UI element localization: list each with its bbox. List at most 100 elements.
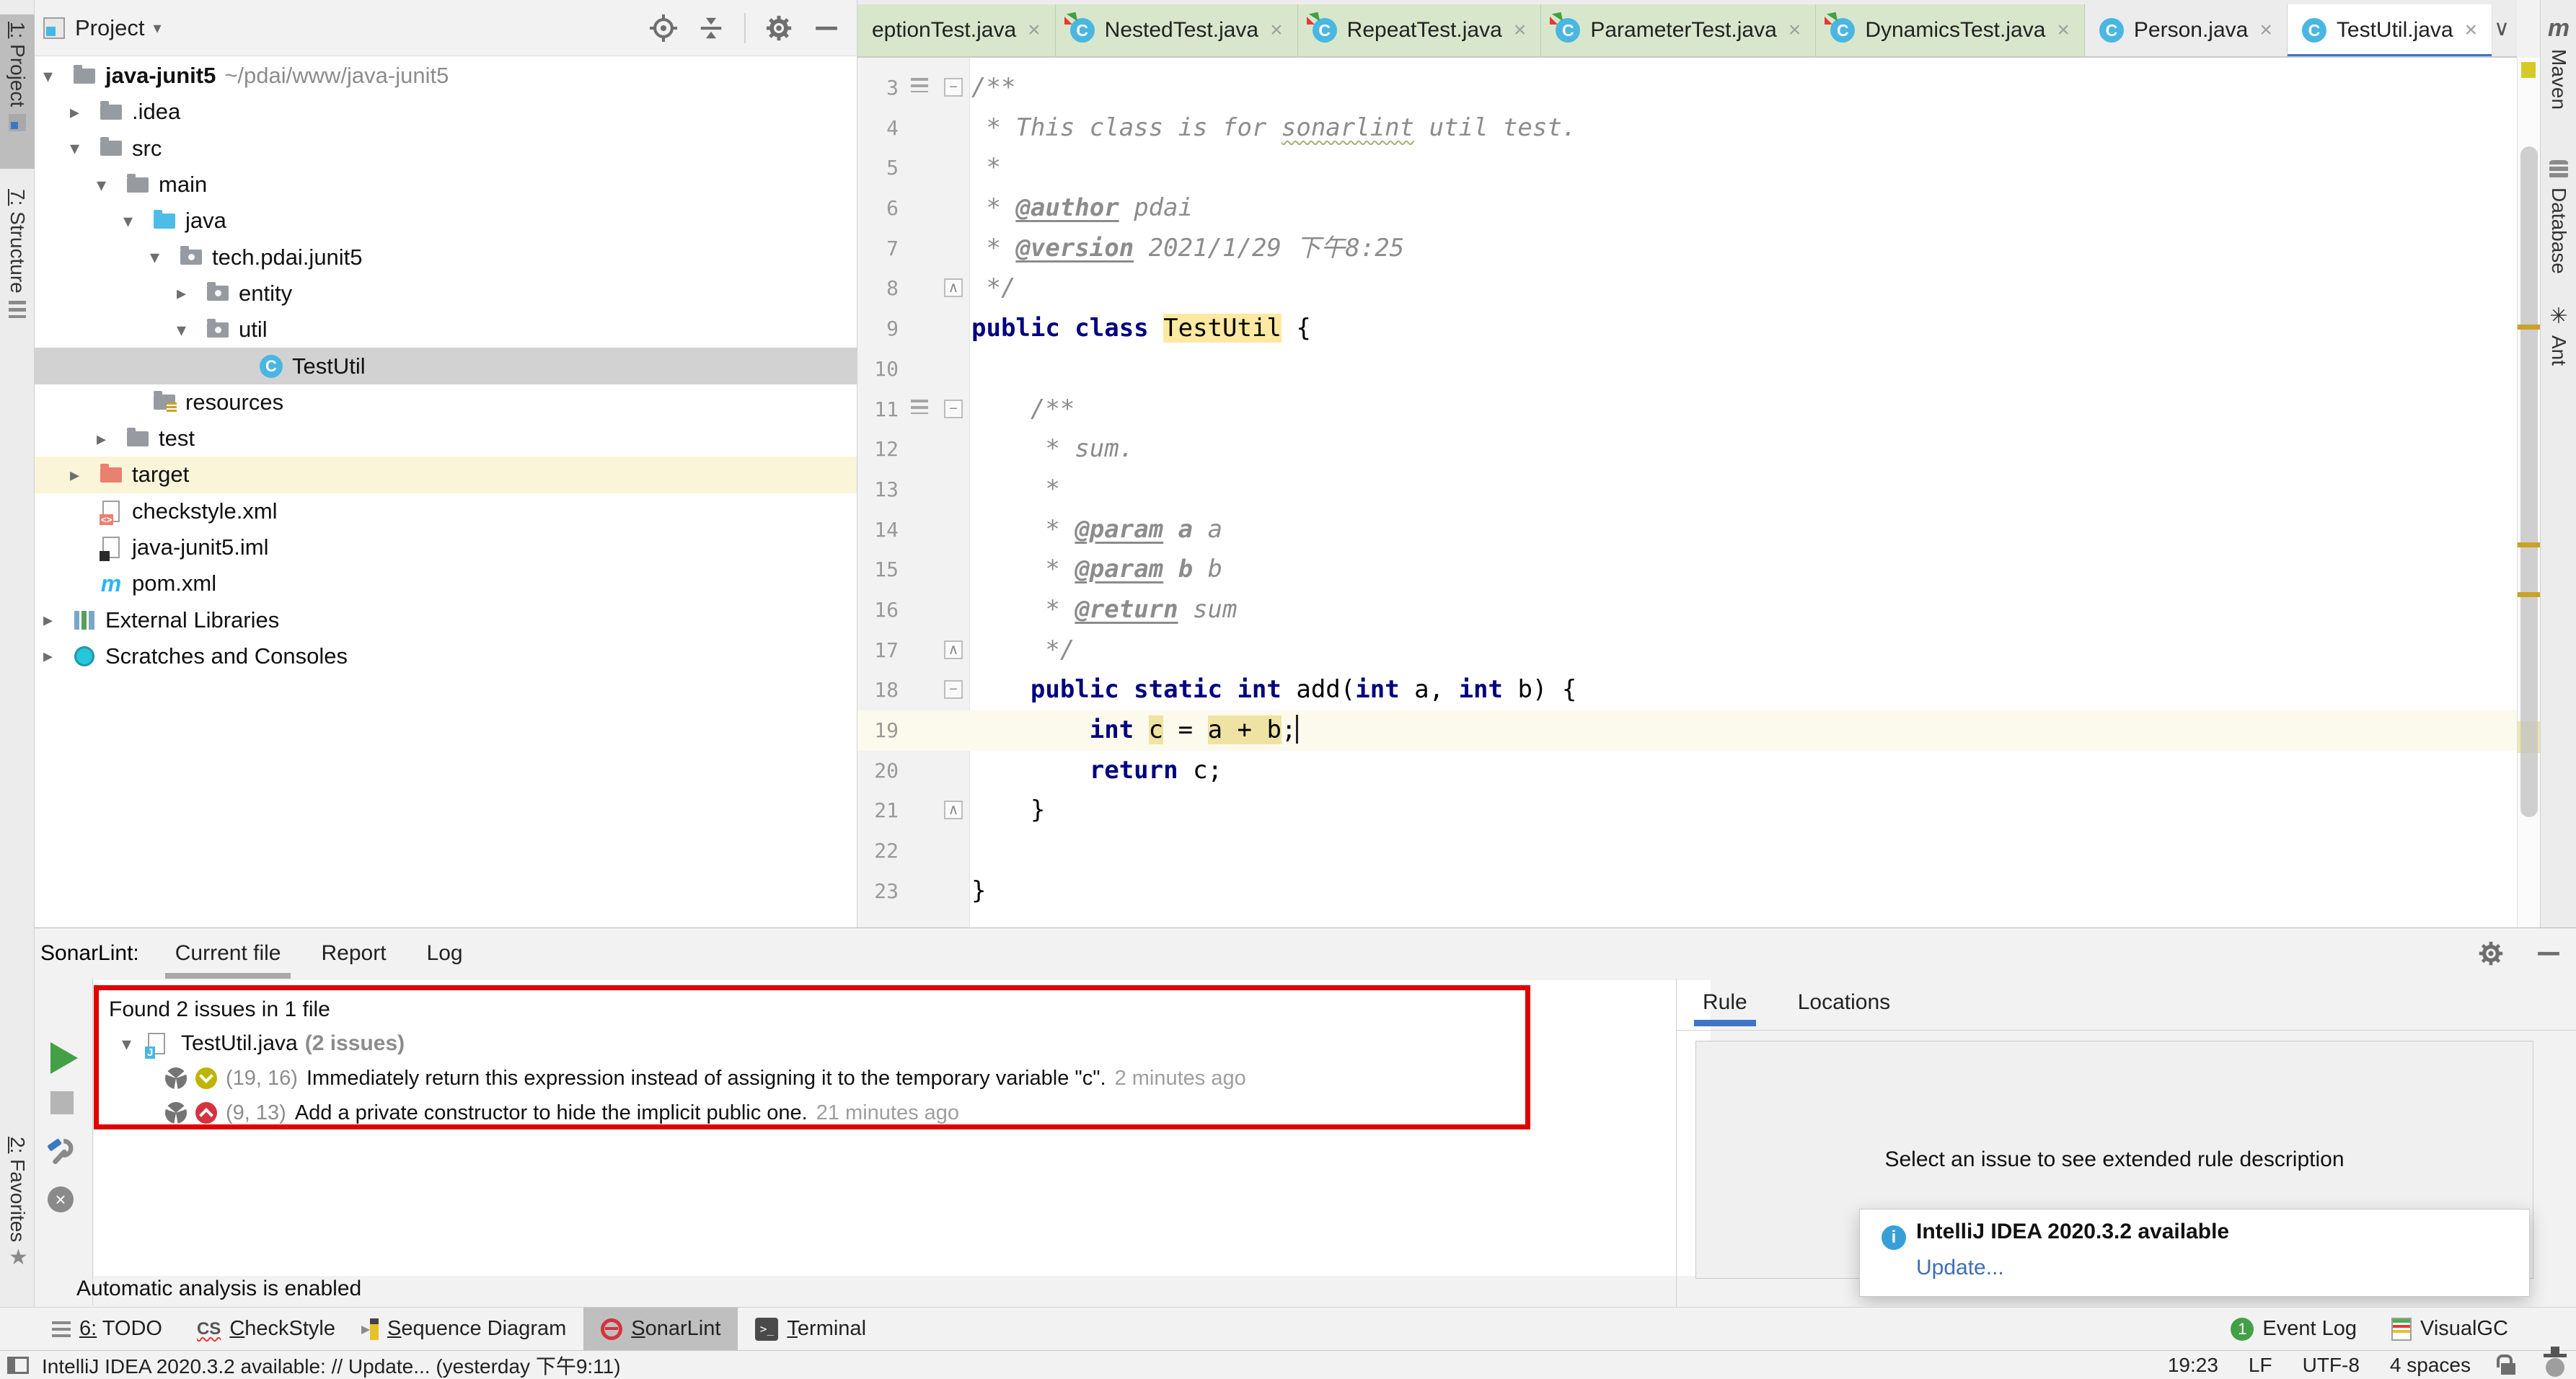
inspection-status-square[interactable] (2521, 62, 2536, 78)
hide-panel-button[interactable] (2534, 939, 2563, 968)
chevron-right-icon[interactable]: ▸ (70, 101, 99, 123)
tab-overflow-chevron-icon[interactable]: ∨ (2494, 16, 2510, 41)
line-number[interactable]: 7 (857, 229, 899, 269)
line-number[interactable]: 15 (857, 550, 899, 590)
fold-close-icon[interactable]: ∧ (944, 640, 963, 659)
project-panel-title[interactable]: Project (75, 15, 144, 41)
line-number[interactable]: 18 (857, 670, 899, 710)
fold-open-icon[interactable]: − (944, 400, 963, 418)
issue-row[interactable]: (19, 16)Immediately return this expressi… (99, 1061, 1525, 1096)
warning-stripe-mark[interactable] (2518, 325, 2541, 330)
tab-parametertest-java[interactable]: CParameterTest.java× (1541, 4, 1816, 56)
tab-person-java[interactable]: CPerson.java× (2085, 4, 2288, 56)
code-line-19[interactable]: 19 int c = a + b; (857, 710, 2517, 751)
stripe-project-button[interactable]: 1: Project (0, 14, 35, 169)
hector-inspector-icon[interactable] (2546, 1358, 2564, 1377)
tab-eptiontest-java[interactable]: eptionTest.java× (857, 4, 1056, 56)
stripe-structure-button[interactable]: 7: Structure (0, 182, 35, 348)
close-icon[interactable]: × (2465, 18, 2478, 43)
tree-item-checkstyle-xml[interactable]: checkstyle.xml (35, 493, 857, 529)
chevron-down-icon[interactable]: ▾ (153, 19, 161, 38)
tree-item-scratches-and-consoles[interactable]: ▸Scratches and Consoles (35, 638, 857, 674)
code-line-9[interactable]: 9public class TestUtil { (857, 309, 2517, 349)
chevron-down-icon[interactable]: ▾ (123, 210, 152, 232)
chevron-down-icon[interactable]: ▾ (97, 174, 125, 196)
bottom-bar-checkstyle[interactable]: CSCheckStyle (180, 1308, 353, 1350)
code-line-4[interactable]: 4 * This class is for sonarlint util tes… (857, 108, 2517, 149)
code-line-5[interactable]: 5 * (857, 148, 2517, 188)
file-encoding[interactable]: UTF-8 (2303, 1354, 2360, 1377)
line-number[interactable]: 6 (857, 188, 899, 229)
chevron-right-icon[interactable]: ▸ (43, 609, 72, 631)
chevron-down-icon[interactable]: ▾ (43, 65, 72, 87)
code-line-20[interactable]: 20 return c; (857, 751, 2517, 791)
chevron-right-icon[interactable]: ▸ (43, 645, 72, 667)
tab-repeattest-java[interactable]: CRepeatTest.java× (1298, 4, 1542, 56)
tree-item-test[interactable]: ▸test (35, 420, 857, 457)
chevron-down-icon[interactable]: ▾ (177, 319, 206, 341)
stripe-ant-button[interactable]: ✳ Ant (2541, 307, 2576, 366)
code-line-14[interactable]: 14 * @param a a (857, 510, 2517, 550)
code-line-21[interactable]: 21∧ } (857, 790, 2517, 831)
chevron-right-icon[interactable]: ▸ (177, 282, 206, 304)
locate-file-button[interactable] (649, 14, 678, 43)
chevron-down-icon[interactable]: ▾ (70, 137, 99, 159)
lock-icon[interactable] (2501, 1363, 2515, 1375)
code-line-13[interactable]: 13 * (857, 470, 2517, 510)
tree-item-java-junit5-iml[interactable]: java-junit5.iml (35, 529, 857, 565)
gear-icon[interactable] (764, 14, 793, 43)
code-line-8[interactable]: 8∧ */ (857, 268, 2517, 309)
tree-item-src[interactable]: ▾src (35, 131, 857, 167)
line-number[interactable]: 22 (857, 831, 899, 871)
status-message[interactable]: IntelliJ IDEA 2020.3.2 available: // Upd… (42, 1351, 621, 1379)
stripe-favorites-button[interactable]: 2: Favorites ★ (0, 1129, 35, 1310)
line-number[interactable]: 17 (857, 630, 899, 671)
chevron-right-icon[interactable]: ▸ (70, 464, 99, 486)
tree-item-main[interactable]: ▾main (35, 167, 857, 203)
tree-item-tech-pdai-junit5[interactable]: ▾tech.pdai.junit5 (35, 239, 857, 275)
line-number[interactable]: 12 (857, 429, 899, 470)
bottom-bar-sonarlint[interactable]: SonarLint (583, 1308, 738, 1350)
code-line-6[interactable]: 6 * @author pdai (857, 188, 2517, 229)
code-editor[interactable]: 3−/**4 * This class is for sonarlint uti… (857, 58, 2517, 928)
chevron-down-icon[interactable]: ▾ (150, 246, 179, 268)
line-number[interactable]: 4 (857, 108, 899, 149)
line-number[interactable]: 16 (857, 590, 899, 630)
tab-locations[interactable]: Locations (1798, 979, 1890, 1031)
code-line-16[interactable]: 16 * @return sum (857, 590, 2517, 630)
line-number[interactable]: 8 (857, 268, 899, 309)
line-number[interactable]: 21 (857, 790, 899, 831)
issue-row[interactable]: (9, 13)Add a private constructor to hide… (99, 1096, 1525, 1130)
line-number[interactable]: 10 (857, 349, 899, 389)
chevron-down-icon[interactable]: ▾ (122, 1033, 148, 1055)
close-icon[interactable]: × (1028, 18, 1041, 43)
tree-item-entity[interactable]: ▸entity (35, 276, 857, 312)
bottom-bar-visualgc[interactable]: VisualGC (2374, 1308, 2526, 1350)
update-link[interactable]: Update... (1916, 1256, 2529, 1280)
stop-button[interactable] (50, 1091, 74, 1114)
tab-rule[interactable]: Rule (1703, 979, 1747, 1031)
fold-close-icon[interactable]: ∧ (944, 278, 963, 297)
stripe-database-button[interactable]: Database (2541, 160, 2576, 274)
line-ending[interactable]: LF (2249, 1354, 2272, 1377)
sonarlint-tab-current-file[interactable]: Current file (171, 928, 286, 979)
hide-panel-button[interactable] (812, 14, 841, 43)
collapse-all-button[interactable] (697, 14, 725, 43)
sonarlint-tab-log[interactable]: Log (423, 928, 467, 979)
close-icon[interactable]: × (2259, 18, 2272, 43)
gutter-list-icon[interactable] (911, 78, 928, 92)
tree-item-util[interactable]: ▾util (35, 312, 857, 348)
line-number[interactable]: 23 (857, 871, 899, 912)
bottom-bar-6-todo[interactable]: 6: TODO (35, 1308, 180, 1350)
line-number[interactable]: 9 (857, 309, 899, 349)
tab-testutil-java[interactable]: CTestUtil.java× (2288, 4, 2492, 56)
fold-open-icon[interactable]: − (944, 78, 963, 97)
code-line-12[interactable]: 12 * sum. (857, 429, 2517, 470)
gear-icon[interactable] (2476, 939, 2505, 968)
line-number[interactable]: 5 (857, 148, 899, 188)
gutter-list-icon[interactable] (911, 400, 928, 414)
code-line-11[interactable]: 11− /** (857, 389, 2517, 430)
caret-position[interactable]: 19:23 (2168, 1354, 2218, 1377)
fold-close-icon[interactable]: ∧ (944, 801, 963, 819)
code-line-17[interactable]: 17∧ */ (857, 630, 2517, 671)
